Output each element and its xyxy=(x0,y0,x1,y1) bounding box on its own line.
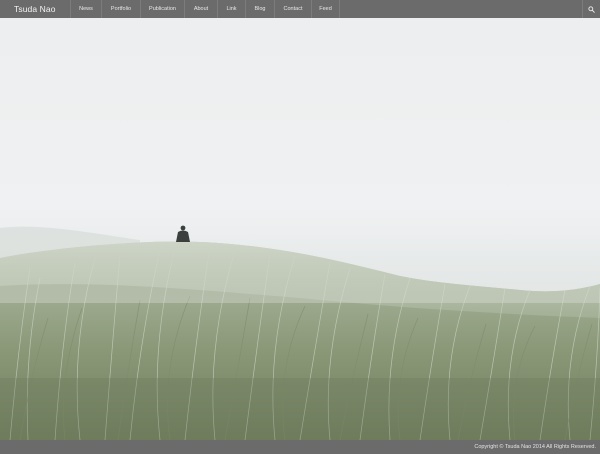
nav-menu: News Portfolio Publication About Link Bl… xyxy=(70,0,340,18)
nav-item-about[interactable]: About xyxy=(184,0,217,18)
page: Tsuda Nao News Portfolio Publication Abo… xyxy=(0,0,600,454)
nav-item-blog[interactable]: Blog xyxy=(245,0,274,18)
foggy-dunes-image xyxy=(0,18,600,440)
hero-photo xyxy=(0,18,600,440)
nav-item-link[interactable]: Link xyxy=(217,0,245,18)
nav-item-feed[interactable]: Feed xyxy=(311,0,340,18)
site-title[interactable]: Tsuda Nao xyxy=(0,0,70,18)
search-button[interactable] xyxy=(582,0,600,18)
nav-item-portfolio[interactable]: Portfolio xyxy=(101,0,140,18)
search-icon xyxy=(588,5,595,13)
copyright-text: Copyright © Tsuda Nao 2014 All Rights Re… xyxy=(474,444,596,450)
nav-item-contact[interactable]: Contact xyxy=(274,0,311,18)
footer-bar: Copyright © Tsuda Nao 2014 All Rights Re… xyxy=(0,440,600,454)
nav-item-news[interactable]: News xyxy=(70,0,101,18)
nav-item-publication[interactable]: Publication xyxy=(140,0,184,18)
top-nav-bar: Tsuda Nao News Portfolio Publication Abo… xyxy=(0,0,600,18)
